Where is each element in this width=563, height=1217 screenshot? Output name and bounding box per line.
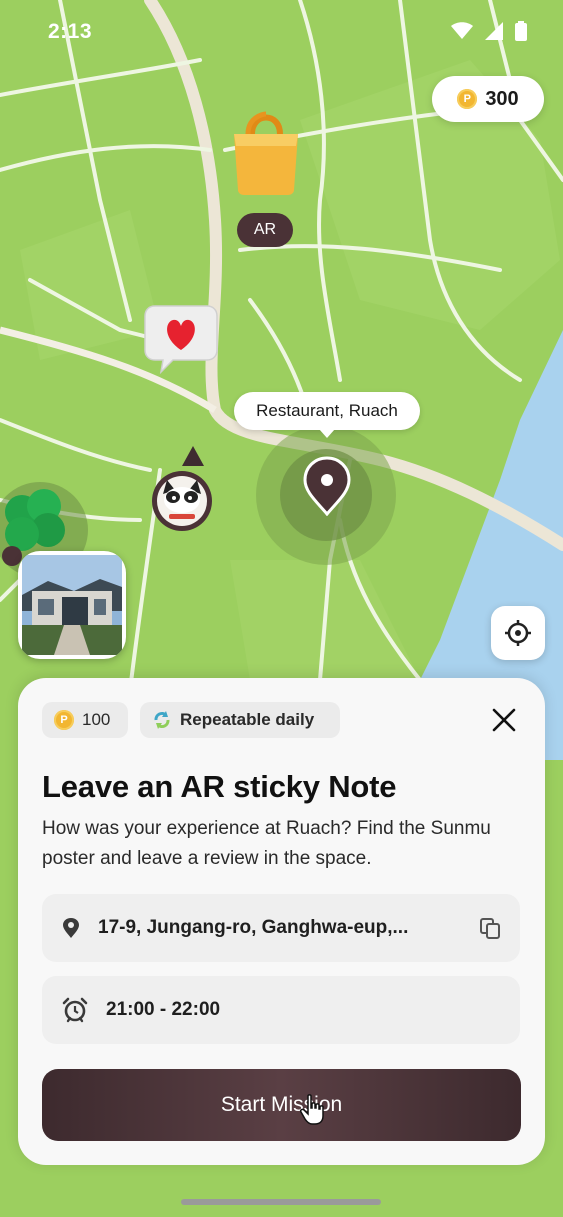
- cellular-icon: [485, 22, 503, 40]
- my-location-button[interactable]: [491, 606, 545, 660]
- repeatable-chip: Repeatable daily: [140, 702, 340, 738]
- status-time: 2:13: [48, 20, 93, 43]
- coin-balance-value: 300: [485, 87, 519, 110]
- coin-icon: P: [54, 710, 74, 730]
- wifi-icon: [451, 22, 473, 39]
- time-row: 21:00 - 22:00: [42, 976, 520, 1044]
- reward-chip: P 100: [42, 702, 128, 738]
- repeat-icon: [154, 711, 170, 729]
- address-text: 17-9, Jungang-ro, Ganghwa-eup,...: [98, 917, 409, 938]
- hand-cursor-icon: [300, 1094, 324, 1125]
- building-photo-marker[interactable]: [18, 551, 126, 659]
- ar-badge[interactable]: AR: [237, 213, 293, 247]
- direction-arrow-icon: [182, 446, 204, 466]
- status-icons: [451, 21, 527, 41]
- start-mission-button[interactable]: Start Mission: [42, 1069, 521, 1141]
- battery-icon: [515, 21, 527, 41]
- map-pin-icon: [63, 918, 79, 938]
- reward-value: 100: [82, 710, 111, 729]
- repeatable-label: Repeatable daily: [180, 710, 315, 729]
- home-indicator[interactable]: [181, 1199, 381, 1205]
- alarm-clock-icon: [62, 997, 88, 1023]
- mission-title: Leave an AR sticky Note: [42, 769, 397, 804]
- status-bar: 2:13: [0, 0, 563, 64]
- building-photo: [22, 555, 122, 655]
- mission-sheet: P 100 Repeatable daily Leave an AR stick…: [18, 678, 545, 1165]
- place-tooltip[interactable]: Restaurant, Ruach: [234, 392, 420, 438]
- time-window-text: 21:00 - 22:00: [106, 999, 221, 1020]
- coin-balance[interactable]: P 300: [432, 76, 544, 122]
- close-button[interactable]: [486, 702, 522, 738]
- mission-description: How was your experience at Ruach? Find t…: [42, 818, 491, 869]
- close-icon: [492, 708, 516, 732]
- cat-avatar-marker[interactable]: [151, 470, 213, 532]
- coin-icon: P: [457, 89, 478, 109]
- app-screen: 2:13 P 300 AR Restaurant, Ruach P 100 Re…: [0, 0, 563, 1217]
- copy-icon[interactable]: [478, 916, 502, 940]
- location-pin-icon[interactable]: [302, 456, 352, 516]
- crosshair-icon: [505, 620, 531, 646]
- shopping-bag-icon[interactable]: [224, 104, 308, 196]
- address-row[interactable]: 17-9, Jungang-ro, Ganghwa-eup,...: [42, 894, 520, 962]
- heart-sticker-icon[interactable]: [143, 302, 219, 374]
